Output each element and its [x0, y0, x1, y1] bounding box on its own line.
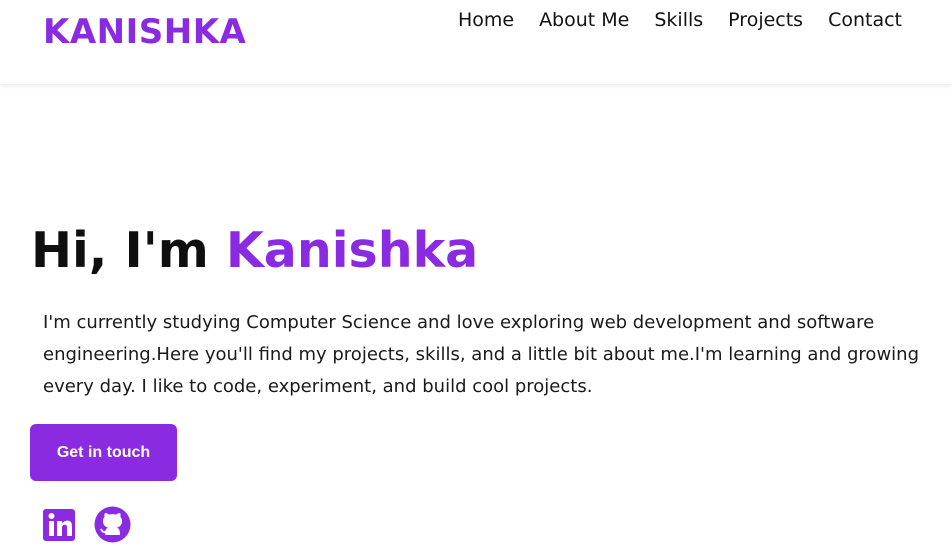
- github-icon: [94, 506, 131, 543]
- nav-about-me[interactable]: About Me: [539, 9, 629, 31]
- github-link[interactable]: [94, 506, 131, 543]
- nav-contact[interactable]: Contact: [828, 9, 902, 31]
- hero-intro: I'm currently studying Computer Science …: [43, 312, 919, 397]
- social-links: [41, 506, 131, 543]
- linkedin-icon: [43, 509, 75, 541]
- site-logo[interactable]: KANISHKA: [43, 12, 246, 52]
- linkedin-link[interactable]: [41, 506, 78, 543]
- nav-home[interactable]: Home: [458, 9, 514, 31]
- site-header: KANISHKA Home About Me Skills Projects C…: [0, 0, 952, 84]
- hero-greeting: Hi, I'm: [31, 222, 226, 279]
- hero-title: Hi, I'm Kanishka: [31, 222, 478, 279]
- nav-projects[interactable]: Projects: [728, 9, 803, 31]
- hero-name: Kanishka: [225, 222, 479, 279]
- main-nav: Home About Me Skills Projects Contact: [458, 9, 902, 31]
- nav-skills[interactable]: Skills: [654, 9, 703, 31]
- get-in-touch-button[interactable]: Get in touch: [30, 424, 177, 481]
